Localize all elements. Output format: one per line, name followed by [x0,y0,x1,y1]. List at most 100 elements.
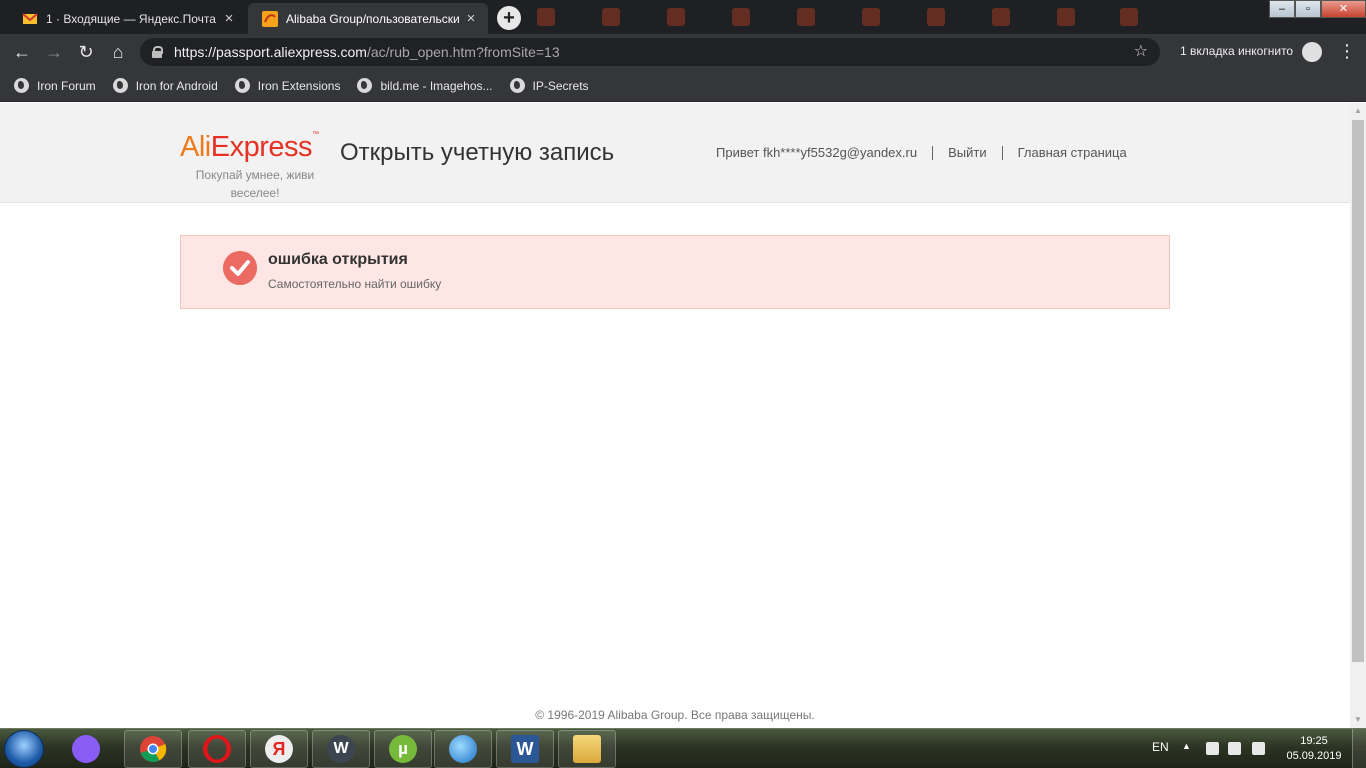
background-tab-icon[interactable] [732,8,750,26]
window-controls: – ▫ ✕ [1269,0,1366,18]
globe-icon [14,78,29,93]
incognito-label[interactable]: 1 вкладка инкогнито [1180,44,1293,58]
yandex-browser-icon: Я [265,735,293,763]
home-icon[interactable]: ⌂ [106,40,130,64]
globe-icon [357,78,373,93]
logo-ali: Ali [180,131,211,163]
user-nav: Привет fkh****yf5532g@yandex.ru Выйти Гл… [716,145,1127,160]
check-circle-icon [223,251,257,285]
forward-icon[interactable]: → [42,40,66,64]
url-text[interactable]: https://passport.aliexpress.com/ac/rub_o… [174,44,560,60]
taskbar-chrome[interactable] [124,730,182,768]
globe-icon [509,78,525,93]
reload-icon[interactable]: ↻ [74,40,98,64]
action-center-flag-icon[interactable] [1252,742,1265,755]
bookmark-iron-android[interactable]: Iron for Android [112,78,218,93]
alert-subtitle: Самостоятельно найти ошибку [268,277,442,291]
background-tab-icon[interactable] [667,8,685,26]
tab-title: Alibaba Group/пользовательски [286,11,460,26]
bookmark-star-icon[interactable]: ☆ [1134,41,1148,61]
taskbar-internet-explorer[interactable] [434,730,492,768]
ie-icon [449,735,477,763]
bookmark-label: Iron Forum [37,78,96,93]
background-tab-icon[interactable] [862,8,880,26]
bookmark-iron-extensions[interactable]: Iron Extensions [234,78,341,93]
background-tab-icon[interactable] [537,8,555,26]
background-tab-icon[interactable] [1057,8,1075,26]
nav-divider [1001,145,1003,160]
taskbar-word[interactable]: W [496,730,554,768]
show-desktop-button[interactable] [1352,729,1366,768]
start-button[interactable] [4,730,44,768]
maximize-button[interactable]: ▫ [1295,0,1321,18]
tab-close-icon[interactable]: × [222,10,236,27]
clock-date: 05.09.2019 [1286,750,1342,762]
address-bar[interactable]: https://passport.aliexpress.com/ac/rub_o… [140,38,1160,66]
network-icon[interactable] [1206,742,1219,755]
bookmark-ip-secrets[interactable]: IP-Secrets [509,78,589,93]
nav-divider [932,145,934,160]
taskbar-alice[interactable] [58,730,114,768]
alibaba-icon [262,10,278,27]
logo-tagline: Покупай умнее, живи веселее! [195,168,315,200]
vertical-scrollbar[interactable]: ▲ ▼ [1350,103,1366,728]
incognito-icon[interactable] [1302,42,1322,62]
taskbar-utorrent[interactable]: µ [374,730,432,768]
logo-express: Express [210,131,313,163]
url-host: https://passport.aliexpress.com [174,44,367,60]
system-clock[interactable]: 19:25 05.09.2019 [1284,734,1344,764]
tab-alibaba[interactable]: Alibaba Group/пользовательски × [248,3,488,34]
tab-yandex-mail[interactable]: 1 · Входящие — Яндекс.Почта × [8,3,246,34]
background-tab-icon[interactable] [927,8,945,26]
taskbar-waterfox[interactable]: W [312,730,370,768]
close-window-button[interactable]: ✕ [1321,0,1366,18]
bookmarks-bar: Iron Forum Iron for Android Iron Extensi… [0,70,1366,102]
taskbar-opera[interactable] [188,730,246,768]
footer-copyright: © 1996-2019 Alibaba Group. Все права защ… [535,708,815,722]
bookmark-iron-forum[interactable]: Iron Forum [14,78,96,93]
bookmark-label: IP-Secrets [532,78,589,93]
bookmark-bild-me[interactable]: bild.me - Imagehos... [357,78,493,93]
tab-close-icon[interactable]: × [464,10,478,27]
alert-title: ошибка открытия [268,251,408,268]
back-icon[interactable]: ← [10,40,34,64]
tab-title: 1 · Входящие — Яндекс.Почта [46,11,216,26]
tray-expand-icon[interactable]: ▲ [1182,741,1191,751]
tab-strip: 1 · Входящие — Яндекс.Почта × Alibaba Gr… [0,0,1366,34]
minimize-button[interactable]: – [1269,0,1295,18]
scroll-up-icon[interactable]: ▲ [1350,103,1366,119]
url-path: /ac/rub_open.htm?fromSite=13 [366,44,560,60]
scroll-down-icon[interactable]: ▼ [1350,712,1366,728]
background-tab-icon[interactable] [797,8,815,26]
word-icon: W [511,735,539,763]
clock-time: 19:25 [1300,735,1328,747]
home-page-link[interactable]: Главная страница [1018,145,1127,160]
user-greeting: Привет fkh****yf5532g@yandex.ru [716,145,918,160]
logo-block[interactable]: AliExpress™ Покупай умнее, живи веселее! [180,131,330,202]
new-tab-button[interactable]: + [497,6,521,30]
aliexpress-logo[interactable]: AliExpress™ [180,131,330,164]
waterfox-icon: W [327,735,355,763]
taskbar-yandex-browser[interactable]: Я [250,730,308,768]
volume-icon[interactable] [1228,742,1241,755]
chrome-icon [140,736,167,763]
globe-icon [112,78,128,93]
error-alert: ошибка открытия Самостоятельно найти оши… [180,235,1170,309]
background-tab-icon[interactable] [1120,8,1138,26]
language-indicator[interactable]: EN [1152,740,1169,754]
opera-icon [203,735,231,763]
page-content: AliExpress™ Покупай умнее, живи веселее!… [0,103,1350,728]
logo-tm: ™ [312,131,319,138]
logout-link[interactable]: Выйти [948,145,987,160]
background-tab-icon[interactable] [992,8,1010,26]
bookmark-label: Iron for Android [135,78,218,93]
browser-toolbar: ← → ↻ ⌂ https://passport.aliexpress.com/… [0,34,1366,70]
page-title: Открыть учетную запись [340,139,615,166]
bookmark-label: Iron Extensions [257,78,341,93]
taskbar-explorer[interactable] [558,730,616,768]
scrollbar-thumb[interactable] [1352,120,1364,662]
background-tab-icon[interactable] [602,8,620,26]
lock-icon[interactable] [152,46,163,58]
menu-icon[interactable]: ⋮ [1338,41,1356,61]
globe-icon [234,78,250,93]
